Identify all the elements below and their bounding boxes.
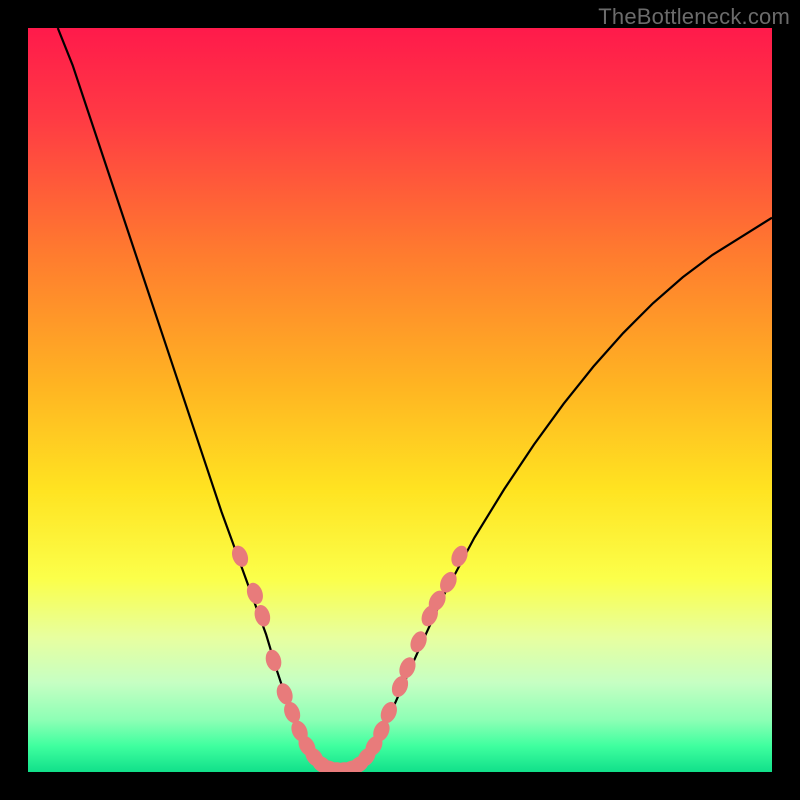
marker-point	[229, 543, 251, 569]
right-curve	[363, 218, 772, 766]
curve-layer	[28, 28, 772, 772]
marker-point	[263, 648, 283, 673]
marker-point	[448, 543, 470, 569]
chart-frame: TheBottleneck.com	[0, 0, 800, 800]
highlighted-points	[229, 543, 471, 772]
watermark-text: TheBottleneck.com	[598, 4, 790, 30]
plot-area	[28, 28, 772, 772]
